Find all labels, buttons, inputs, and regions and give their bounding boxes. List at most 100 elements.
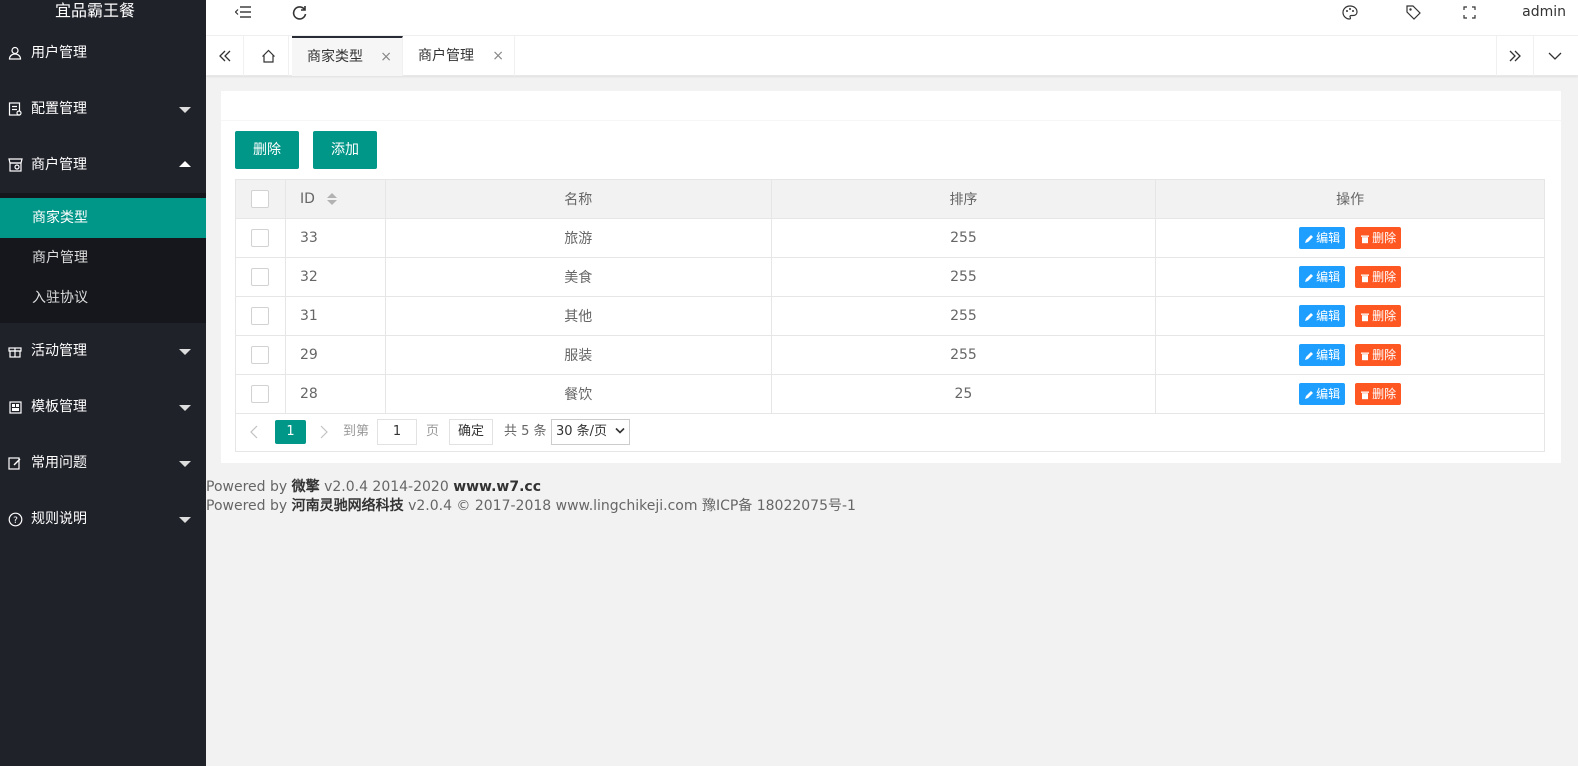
sidebar-submenu: 商家类型 商户管理 入驻协议 [0, 193, 206, 323]
row-checkbox[interactable] [251, 268, 270, 286]
footer-site-link[interactable]: www.w7.cc [453, 479, 541, 495]
tab-label: 商户管理 [418, 48, 474, 64]
chevron-down-icon [179, 405, 191, 411]
pencil-icon [1305, 274, 1314, 282]
row-select-cell [235, 374, 286, 414]
next-page-icon[interactable] [320, 420, 328, 444]
edit-button[interactable]: 编辑 [1299, 344, 1346, 366]
menu-fold-icon[interactable] [228, 0, 258, 30]
edit-label: 编辑 [1316, 348, 1341, 362]
sidebar-item-users[interactable]: 用户管理 [0, 25, 206, 81]
user-menu[interactable]: admin [1522, 0, 1566, 24]
content-card: 删除 添加 ID 名称 排序 操作 33 旅游 255 编辑 删除 32 美食 255 编辑 删除… [221, 91, 1561, 463]
row-checkbox[interactable] [251, 229, 270, 247]
tab-merchant-types[interactable]: 商家类型 × [292, 36, 403, 76]
cell-id: 28 [284, 374, 386, 414]
sidebar-item-activities[interactable]: 活动管理 [0, 323, 206, 379]
per-page-select[interactable]: 30 条/页 [551, 419, 631, 445]
delete-button[interactable]: 删除 [1355, 266, 1402, 288]
card-header [221, 91, 1561, 121]
cell-sort: 255 [770, 218, 1157, 258]
sidebar-subitem-merchant-management[interactable]: 商户管理 [0, 238, 206, 278]
pagination: 1 到第 1 页 确定 共 5 条 30 条/页 [235, 412, 1545, 452]
sidebar-item-config[interactable]: 配置管理 [0, 81, 206, 137]
sidebar-item-label: 配置管理 [31, 101, 87, 117]
sidebar-item-rules[interactable]: ? 规则说明 [0, 491, 206, 547]
row-checkbox[interactable] [251, 307, 270, 325]
sidebar-subitem-merchant-types[interactable]: 商家类型 [0, 198, 206, 238]
refresh-icon[interactable] [284, 0, 314, 30]
sidebar: 宜品霸王餐 用户管理 配置管理 商户管理 商家类型 商户管理 入驻协议 活动管理 [0, 0, 206, 766]
fullscreen-icon[interactable] [1454, 0, 1484, 30]
per-page-value: 30 条/页 [556, 424, 608, 439]
tabs-scroll-left-icon[interactable] [206, 36, 244, 76]
sidebar-item-templates[interactable]: 模板管理 [0, 379, 206, 435]
home-icon[interactable] [249, 36, 289, 76]
sidebar-item-merchants[interactable]: 商户管理 [0, 137, 206, 193]
page-number-current[interactable]: 1 [275, 420, 306, 444]
select-all-checkbox[interactable] [251, 190, 270, 208]
footer-brand-link[interactable]: 河南灵驰网络科技 [292, 498, 404, 514]
batch-delete-button[interactable]: 删除 [235, 131, 299, 169]
edit-label: 编辑 [1316, 231, 1341, 245]
delete-button[interactable]: 删除 [1355, 344, 1402, 366]
edit-button[interactable]: 编辑 [1299, 383, 1346, 405]
table-row: 28 餐饮 25 编辑 删除 [235, 374, 1545, 414]
sidebar-item-label: 活动管理 [31, 343, 87, 359]
footer: Powered by 微擎 v2.0.4 2014-2020 www.w7.cc… [206, 478, 856, 516]
confirm-jump-button[interactable]: 确定 [449, 419, 494, 445]
template-icon [7, 379, 23, 435]
footer-text: v2.0.4 2014-2020 [324, 479, 449, 495]
palette-icon[interactable] [1335, 0, 1365, 30]
edit-button[interactable]: 编辑 [1299, 266, 1346, 288]
delete-label: 删除 [1372, 387, 1397, 401]
row-checkbox[interactable] [251, 346, 270, 364]
trash-icon [1361, 235, 1370, 244]
column-label: ID [299, 191, 315, 207]
sort-icon[interactable] [327, 193, 338, 205]
top-header: admin [206, 0, 1578, 36]
prev-page-icon[interactable] [250, 420, 258, 444]
pencil-icon [1305, 235, 1314, 243]
cell-actions: 编辑 删除 [1155, 218, 1545, 258]
edit-button[interactable]: 编辑 [1299, 227, 1346, 249]
goto-label: 到第 [343, 424, 370, 439]
add-button[interactable]: 添加 [313, 131, 377, 169]
pencil-icon [1305, 313, 1314, 321]
user-icon [7, 25, 23, 81]
pencil-icon [1305, 352, 1314, 360]
tab-label: 商家类型 [307, 49, 363, 65]
row-select-cell [235, 296, 286, 336]
trash-icon [1361, 391, 1370, 400]
edit-button[interactable]: 编辑 [1299, 305, 1346, 327]
page-jump-input[interactable]: 1 [377, 419, 417, 445]
edit-label: 编辑 [1316, 387, 1341, 401]
footer-brand-link[interactable]: 微擎 [292, 479, 320, 495]
close-icon[interactable]: × [380, 38, 392, 76]
tag-icon[interactable] [1398, 0, 1428, 30]
tab-merchant-management[interactable]: 商户管理 × [403, 36, 515, 76]
tabs-scroll-right-icon[interactable] [1496, 36, 1534, 76]
row-checkbox[interactable] [251, 385, 270, 403]
sidebar-subitem-agreement[interactable]: 入驻协议 [0, 278, 206, 318]
trash-icon [1361, 274, 1370, 283]
delete-button[interactable]: 删除 [1355, 227, 1402, 249]
edit-note-icon [7, 435, 23, 491]
chevron-down-icon [179, 349, 191, 355]
chevron-down-icon[interactable] [1536, 36, 1574, 76]
row-select-cell [235, 257, 286, 297]
delete-button[interactable]: 删除 [1355, 305, 1402, 327]
cell-actions: 编辑 删除 [1155, 335, 1545, 375]
column-header-sort: 排序 [770, 179, 1157, 219]
cell-id: 33 [284, 218, 386, 258]
close-icon[interactable]: × [492, 36, 504, 76]
cell-name: 旅游 [384, 218, 772, 258]
column-header-id[interactable]: ID [284, 179, 386, 219]
sidebar-item-faq[interactable]: 常用问题 [0, 435, 206, 491]
edit-label: 编辑 [1316, 270, 1341, 284]
store-icon [7, 137, 23, 193]
delete-button[interactable]: 删除 [1355, 383, 1402, 405]
column-header-actions: 操作 [1155, 179, 1545, 219]
cell-id: 31 [284, 296, 386, 336]
pencil-icon [1305, 391, 1314, 399]
